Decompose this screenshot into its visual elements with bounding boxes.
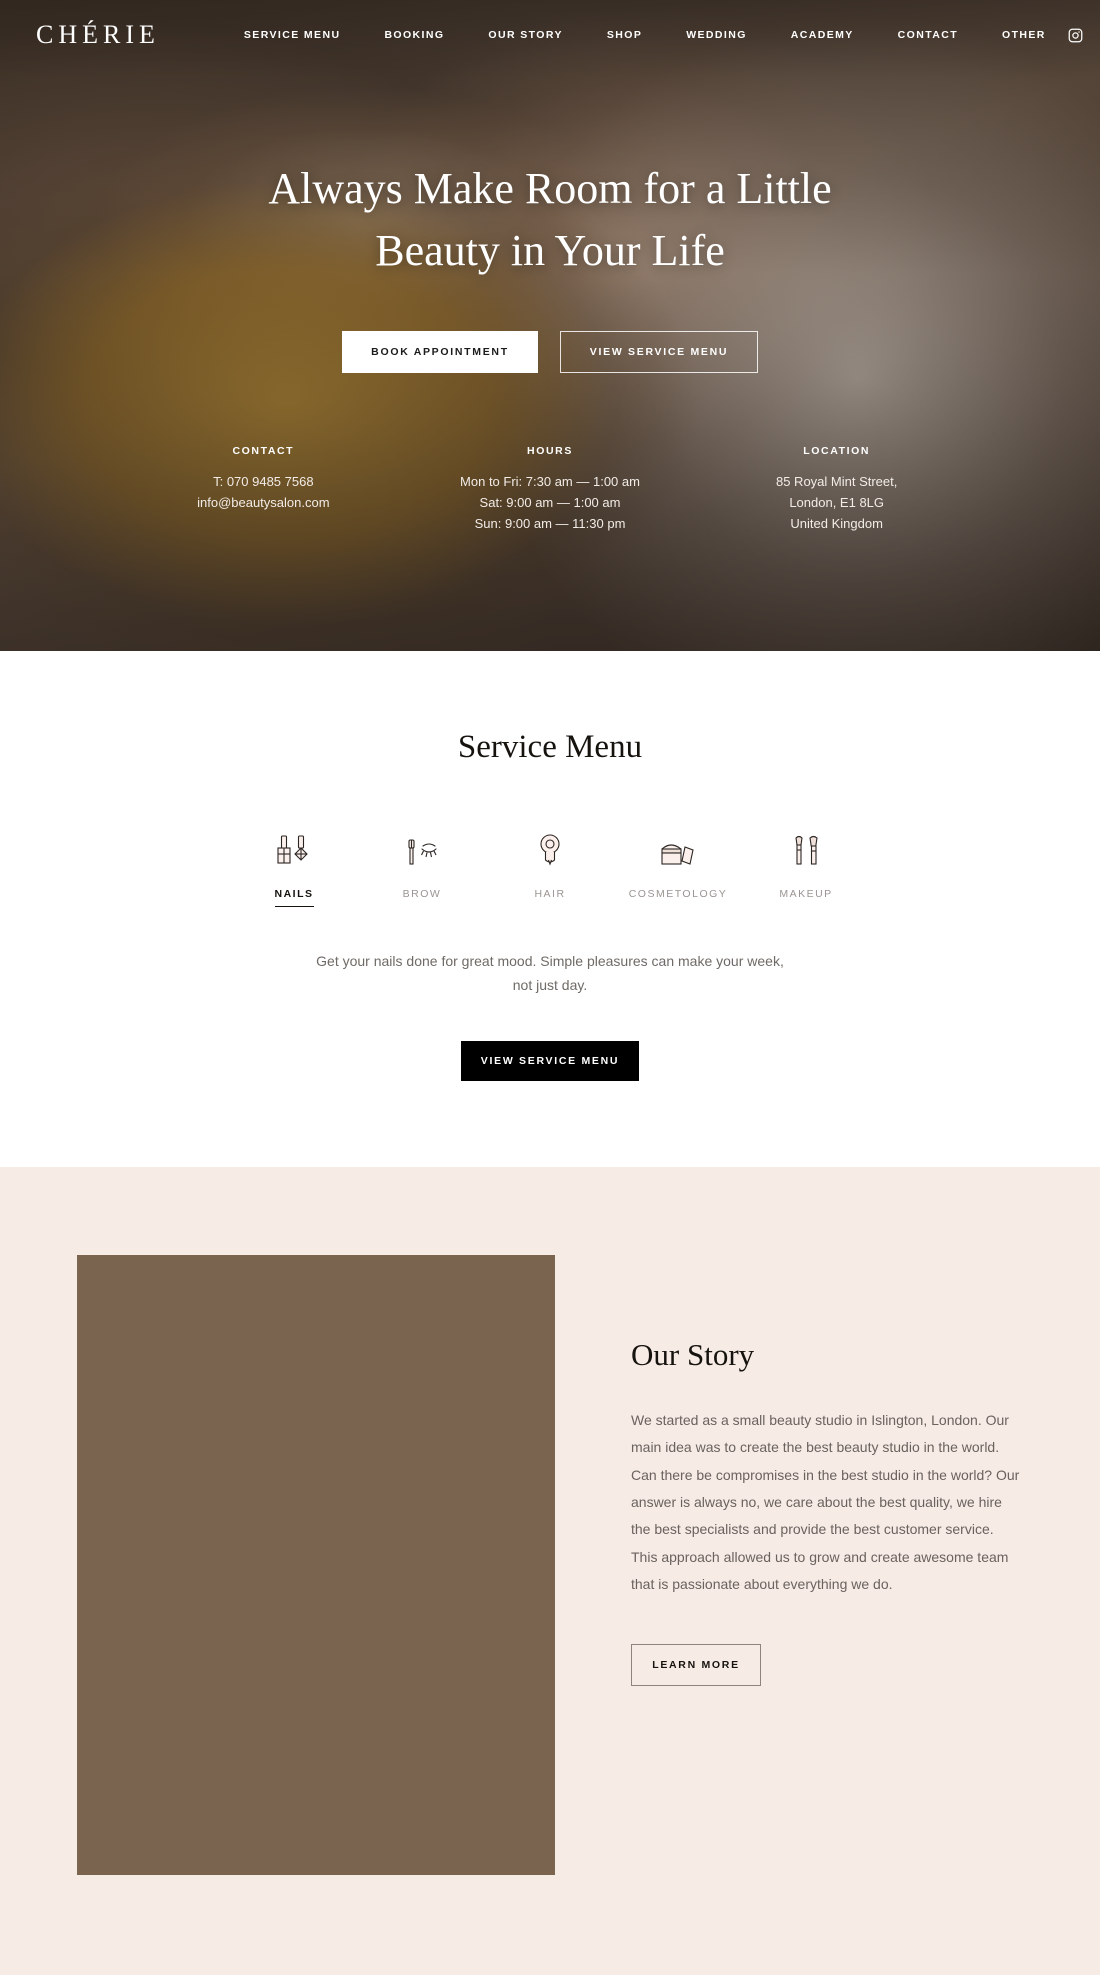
brow-brush-icon — [399, 818, 445, 872]
service-tab-label-nails: NAILS — [274, 888, 314, 907]
service-tab-label-makeup: MAKEUP — [779, 888, 833, 900]
nav-item-shop[interactable]: SHOP — [585, 29, 664, 41]
location-city: London, E1 8LG — [789, 494, 885, 510]
cosmetic-jars-icon — [652, 818, 704, 872]
nail-polish-icon — [271, 818, 317, 872]
hero-section: CHÉRIE SERVICE MENU BOOKING OUR STORY SH… — [0, 0, 1100, 651]
contact-email[interactable]: info@beautysalon.com — [120, 492, 407, 513]
service-menu-title: Service Menu — [457, 729, 643, 765]
service-tab-makeup[interactable]: MAKEUP — [742, 818, 870, 907]
location-street: 85 Royal Mint Street, — [775, 473, 898, 489]
our-story-body: We started as a small beauty studio in I… — [631, 1412, 1020, 1592]
hours-heading: HOURS — [527, 444, 573, 457]
contact-heading: CONTACT — [232, 444, 295, 457]
hero-info-bar: CONTACT T: 070 9485 7568 info@beautysalo… — [0, 445, 1100, 534]
service-description: Get your nails done for great mood. Simp… — [316, 953, 784, 994]
nav-item-contact[interactable]: CONTACT — [876, 29, 980, 41]
service-tab-label-brow: BROW — [402, 888, 442, 900]
service-tab-brow[interactable]: BROW — [358, 818, 486, 907]
logo[interactable]: CHÉRIE — [36, 20, 160, 50]
hours-saturday: Sat: 9:00 am — 1:00 am — [479, 494, 621, 510]
nav-item-academy[interactable]: ACADEMY — [769, 29, 876, 41]
service-menu-section: Service Menu NAILS BROW HAIR COSMETOLOGY… — [0, 651, 1100, 1168]
nav-item-other[interactable]: OTHER — [980, 29, 1068, 41]
makeup-brush-icon — [783, 818, 829, 872]
our-story-photo — [77, 1255, 555, 1876]
our-story-section: Our Story We started as a small beauty s… — [0, 1167, 1100, 1975]
hair-dryer-icon — [527, 818, 573, 872]
learn-more-button[interactable]: LEARN MORE — [631, 1644, 761, 1687]
service-tab-hair[interactable]: HAIR — [486, 818, 614, 907]
view-service-menu-button-hero[interactable]: VIEW SERVICE MENU — [560, 330, 758, 373]
nav-item-wedding[interactable]: WEDDING — [664, 29, 769, 41]
hero-title-line-2: Beauty in Your Life — [375, 226, 725, 276]
our-story-title: Our Story — [631, 1337, 755, 1373]
service-tab-label-hair: HAIR — [534, 888, 566, 900]
hero-title-line-1: Always Make Room for a Little — [268, 164, 832, 213]
service-tabs: NAILS BROW HAIR COSMETOLOGY MAKEUP — [230, 818, 870, 907]
location-country: United Kingdom — [790, 516, 883, 532]
main-navigation: CHÉRIE SERVICE MENU BOOKING OUR STORY SH… — [0, 0, 1100, 70]
service-tab-nails[interactable]: NAILS — [230, 818, 358, 907]
nav-item-booking[interactable]: BOOKING — [362, 29, 466, 41]
book-appointment-button[interactable]: BOOK APPOINTMENT — [342, 330, 538, 373]
nav-item-our-story[interactable]: OUR STORY — [466, 29, 584, 41]
nav-item-service-menu[interactable]: SERVICE MENU — [222, 29, 363, 41]
hours-info-block: HOURS Mon to Fri: 7:30 am — 1:00 am Sat:… — [407, 445, 694, 534]
location-heading: LOCATION — [803, 444, 871, 457]
location-info-block: LOCATION 85 Royal Mint Street, London, E… — [693, 445, 980, 534]
service-tab-label-cosmetology: COSMETOLOGY — [628, 888, 728, 900]
hero-title: Always Make Room for a Little Beauty in … — [268, 158, 831, 283]
nav-links: SERVICE MENU BOOKING OUR STORY SHOP WEDD… — [222, 29, 1068, 41]
hours-sunday: Sun: 9:00 am — 11:30 pm — [474, 516, 626, 532]
instagram-icon[interactable] — [1068, 28, 1083, 43]
hero-buttons: BOOK APPOINTMENT VIEW SERVICE MENU — [342, 330, 758, 373]
social-links — [1068, 26, 1100, 44]
service-tab-cosmetology[interactable]: COSMETOLOGY — [614, 818, 742, 907]
contact-info-block: CONTACT T: 070 9485 7568 info@beautysalo… — [120, 445, 407, 534]
view-service-menu-button[interactable]: VIEW SERVICE MENU — [461, 1041, 639, 1082]
contact-phone[interactable]: T: 070 9485 7568 — [120, 471, 407, 492]
our-story-text: Our Story We started as a small beauty s… — [631, 1255, 1023, 1875]
hero-content: Always Make Room for a Little Beauty in … — [0, 70, 1100, 373]
hours-weekday: Mon to Fri: 7:30 am — 1:00 am — [460, 473, 640, 489]
